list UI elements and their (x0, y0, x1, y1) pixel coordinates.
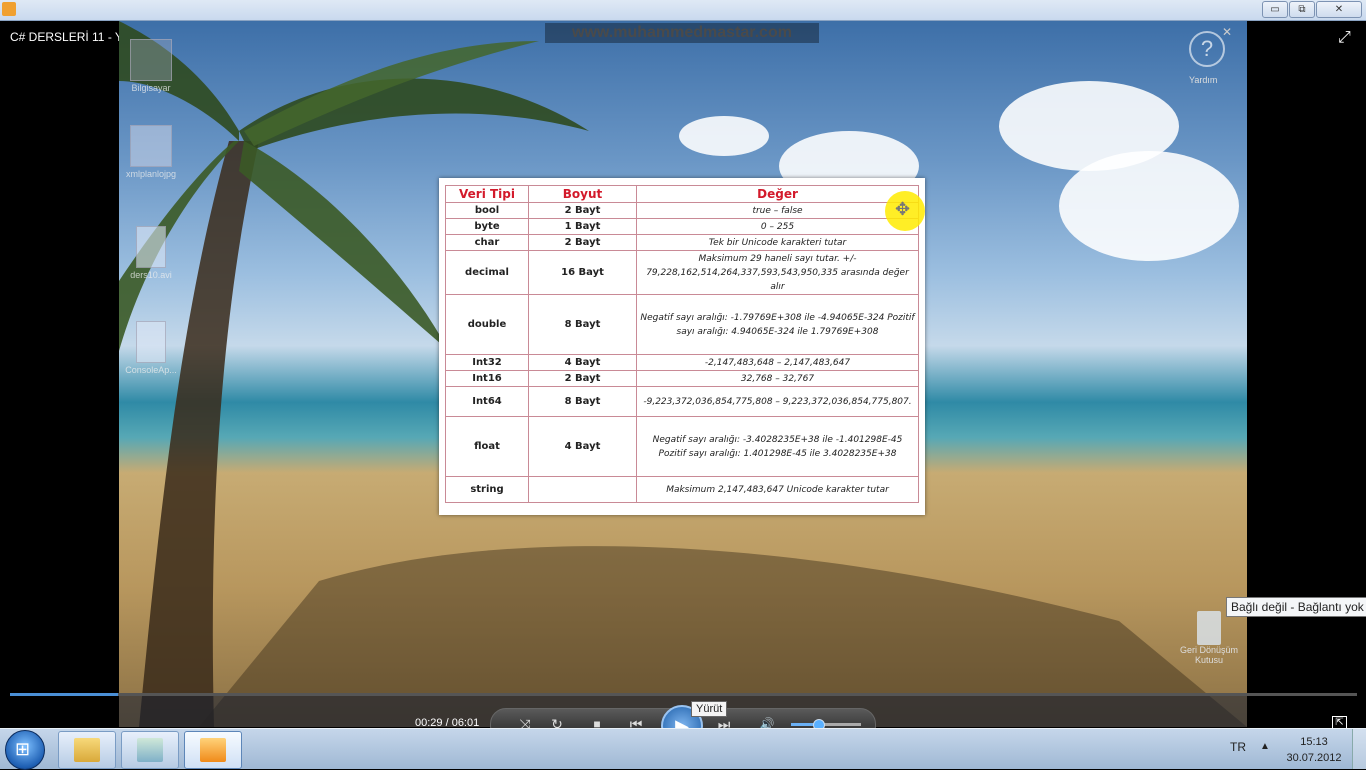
media-player-icon (200, 738, 226, 762)
move-cursor-icon: ✥ (895, 199, 911, 219)
desktop-icon-console-app: ConsoleAp... (119, 321, 183, 375)
table-row: Int32 4 Bayt -2,147,483,648 – 2,147,483,… (445, 354, 919, 371)
type-cell: bool (445, 202, 529, 219)
network-status-tooltip: Bağlı değil - Bağlantı yok (1226, 597, 1366, 617)
size-cell: 4 Bayt (528, 416, 637, 477)
language-indicator[interactable]: TR (1230, 740, 1246, 754)
volume-slider[interactable] (791, 719, 861, 731)
desktop-icon-computer: Bilgisayar (119, 39, 183, 93)
size-cell: 8 Bayt (528, 294, 637, 355)
fullscreen-toggle-icon[interactable]: ⤢ (1338, 29, 1356, 47)
size-cell: 2 Bayt (528, 234, 637, 251)
value-cell: Negatif sayı aralığı: -3.4028235E+38 ile… (636, 416, 919, 477)
taskbar-explorer[interactable] (58, 731, 116, 769)
windows-taskbar: ⊞ TR ▲ 15:13 30.07.2012 (0, 728, 1366, 770)
type-cell: Int16 (445, 370, 529, 387)
restore-button[interactable]: ⧉ (1289, 1, 1315, 18)
recycle-bin-icon (1197, 611, 1221, 645)
table-row: char 2 Bayt Tek bir Unicode karakteri tu… (445, 234, 919, 251)
value-cell: -9,223,372,036,854,775,808 – 9,223,372,0… (636, 386, 919, 417)
notes-icon (137, 738, 163, 762)
size-cell: 2 Bayt (528, 370, 637, 387)
data-types-slide: Veri Tipi Boyut Değer bool 2 Bayt true –… (439, 178, 925, 515)
type-cell: float (445, 416, 529, 477)
table-row: Int16 2 Bayt 32,768 – 32,767 (445, 370, 919, 387)
watermark: www.muhammedmastar.com (545, 23, 819, 43)
clock-date: 30.07.2012 (1286, 752, 1342, 764)
value-cell: Maksimum 2,147,483,647 Unicode karakter … (636, 476, 919, 503)
table-header-cell: Veri Tipi (445, 185, 529, 203)
taskbar-notes[interactable] (121, 731, 179, 769)
table-row: float 4 Bayt Negatif sayı aralığı: -3.40… (445, 416, 919, 477)
media-player: C# DERSLERİ 11 - YouTube ⤢ www.muhammedm… (0, 21, 1366, 747)
type-cell: Int32 (445, 354, 529, 371)
table-row: byte 1 Bayt 0 – 255 (445, 218, 919, 235)
windows-logo-icon: ⊞ (15, 739, 31, 759)
desktop-icon-recycle-bin: Geri Dönüşüm Kutusu (1179, 611, 1239, 665)
help-label: Yardım (1189, 75, 1218, 85)
value-cell: Tek bir Unicode karakteri tutar (636, 234, 919, 251)
type-cell: char (445, 234, 529, 251)
system-clock[interactable]: 15:13 30.07.2012 (1286, 734, 1342, 766)
folder-icon (74, 738, 100, 762)
close-icon: ✕ (1222, 25, 1233, 39)
table-row: string Maksimum 2,147,483,647 Unicode ka… (445, 476, 919, 503)
size-cell: 2 Bayt (528, 202, 637, 219)
type-cell: byte (445, 218, 529, 235)
table-row: decimal 16 Bayt Maksimum 29 haneli sayı … (445, 250, 919, 295)
value-cell: Maksimum 29 haneli sayı tutar. +/- 79,22… (636, 250, 919, 295)
type-cell: Int64 (445, 386, 529, 417)
type-cell: double (445, 294, 529, 355)
clock-time: 15:13 (1300, 736, 1328, 748)
show-hidden-icons-icon[interactable]: ▲ (1260, 741, 1270, 752)
video-frame[interactable]: www.muhammedmastar.com Bilgisayar xmlpla… (119, 21, 1247, 727)
seek-bar-progress (10, 693, 118, 696)
table-row: bool 2 Bayt true – false (445, 202, 919, 219)
title-bar: ▭ ⧉ ✕ (0, 0, 1366, 21)
size-cell (528, 476, 637, 503)
value-cell: Negatif sayı aralığı: -1.79769E+308 ile … (636, 294, 919, 355)
table-row: Int64 8 Bayt -9,223,372,036,854,775,808 … (445, 386, 919, 417)
help-question-icon: ? (1189, 31, 1225, 67)
taskbar-media-player[interactable] (184, 731, 242, 769)
media-player-app-icon (2, 2, 16, 16)
table-row: double 8 Bayt Negatif sayı aralığı: -1.7… (445, 294, 919, 355)
value-cell: true – false (636, 202, 919, 219)
seek-bar[interactable] (10, 693, 1357, 696)
cursor-highlight: ✥ (885, 191, 925, 231)
size-cell: 16 Bayt (528, 250, 637, 295)
close-button[interactable]: ✕ (1316, 1, 1362, 18)
table-header-cell: Boyut (528, 185, 637, 203)
show-desktop-button[interactable] (1352, 729, 1366, 769)
value-cell: -2,147,483,648 – 2,147,483,647 (636, 354, 919, 371)
type-cell: string (445, 476, 529, 503)
size-cell: 1 Bayt (528, 218, 637, 235)
data-types-table: Veri Tipi Boyut Değer bool 2 Bayt true –… (445, 185, 919, 503)
size-cell: 4 Bayt (528, 354, 637, 371)
size-cell: 8 Bayt (528, 386, 637, 417)
desktop-icon-image-file: xmlplanlojpg (119, 125, 183, 179)
minimize-button[interactable]: ▭ (1262, 1, 1288, 18)
type-cell: decimal (445, 250, 529, 295)
table-header-cell: Değer (636, 185, 919, 203)
play-tooltip: Yürüt (691, 701, 728, 717)
table-header-row: Veri Tipi Boyut Değer (445, 185, 919, 203)
value-cell: 0 – 255 (636, 218, 919, 235)
start-button[interactable]: ⊞ (5, 730, 45, 770)
value-cell: 32,768 – 32,767 (636, 370, 919, 387)
desktop-icon-video-file: ders10.avi (119, 226, 183, 280)
